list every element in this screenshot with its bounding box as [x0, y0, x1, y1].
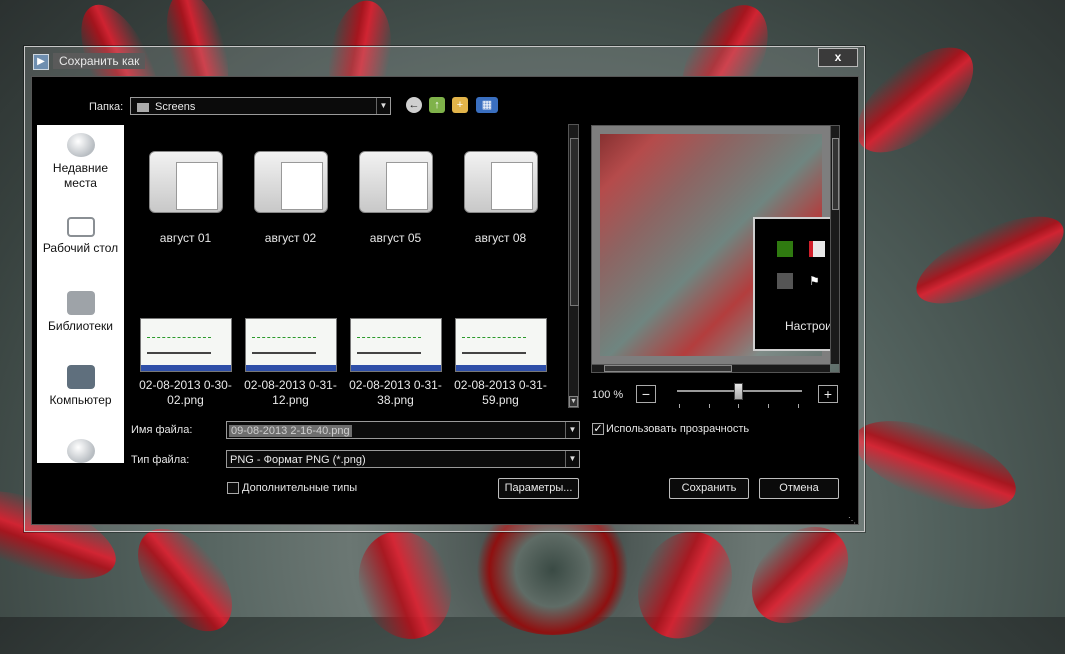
- sidebar-item-label: Компьютер: [49, 393, 112, 407]
- preview-vertical-scrollbar[interactable]: [830, 126, 839, 364]
- places-sidebar: Недавние места Рабочий стол Библиотеки К…: [37, 125, 124, 463]
- folder-icon: [358, 151, 433, 213]
- file-name: 02-08-2013 0-31-38.png: [349, 378, 442, 407]
- sidebar-item-label: Библиотеки: [47, 319, 113, 333]
- resize-grip-icon[interactable]: ⋱: [848, 516, 856, 525]
- sidebar-item-computer[interactable]: Компьютер: [37, 365, 124, 408]
- folder-up-icon[interactable]: ↑: [429, 97, 445, 113]
- chevron-down-icon: ▼: [565, 451, 579, 467]
- file-name: август 01: [159, 231, 212, 245]
- cancel-button[interactable]: Отмена: [759, 478, 839, 499]
- filetype-select[interactable]: PNG - Формат PNG (*.png) ▼: [226, 450, 580, 468]
- folder-icon: [463, 151, 538, 213]
- antivirus-icon: [809, 241, 825, 257]
- preview-tray-panel: ⚑ Настрои: [753, 217, 833, 351]
- image-thumbnail: [454, 318, 547, 372]
- view-menu-icon[interactable]: ▦: [476, 97, 498, 113]
- file-name: 02-08-2013 0-31-59.png: [454, 378, 547, 407]
- save-button[interactable]: Сохранить: [669, 478, 749, 499]
- sidebar-item-label: Рабочий стол: [42, 241, 119, 255]
- filetype-label: Тип файла:: [131, 454, 190, 466]
- image-preview: ⚑ Настрои: [591, 125, 840, 373]
- filetype-value: PNG - Формат PNG (*.png): [230, 454, 366, 466]
- file-list-scrollbar[interactable]: [568, 124, 579, 408]
- image-thumbnail: [244, 318, 337, 372]
- image-thumbnail: [139, 318, 232, 372]
- list-item[interactable]: август 05: [343, 151, 448, 245]
- scroll-down-button[interactable]: ▼: [569, 396, 578, 407]
- preview-horizontal-scrollbar[interactable]: [592, 364, 830, 372]
- sidebar-item-recent[interactable]: Недавние места: [37, 133, 124, 191]
- list-item[interactable]: 02-08-2013 0-31-12.png: [238, 318, 343, 408]
- flag-icon: ⚑: [809, 274, 820, 288]
- slider-tick: [768, 404, 769, 408]
- slider-tick: [738, 404, 739, 408]
- list-item[interactable]: август 08: [448, 151, 553, 245]
- app-icon: [777, 273, 793, 289]
- computer-icon: [66, 365, 95, 389]
- folder-label: Папка:: [89, 101, 124, 113]
- dialog-title: Сохранить как: [53, 53, 146, 69]
- zoom-in-button[interactable]: +: [818, 385, 838, 403]
- back-arrow-icon[interactable]: ←: [406, 97, 422, 113]
- network-icon: [66, 439, 95, 463]
- folder-icon: [253, 151, 328, 213]
- scrollbar-thumb[interactable]: [604, 365, 732, 372]
- list-item[interactable]: 02-08-2013 0-30-02.png: [133, 318, 238, 408]
- extra-types-label: Дополнительные типы: [242, 482, 358, 494]
- parameters-button[interactable]: Параметры...: [498, 478, 579, 499]
- list-item[interactable]: август 02: [238, 151, 343, 245]
- slider-tick: [679, 404, 680, 408]
- sidebar-item-desktop[interactable]: Рабочий стол: [37, 217, 124, 256]
- filename-label: Имя файла:: [131, 424, 193, 436]
- sidebar-item-network[interactable]: [37, 439, 124, 463]
- close-button[interactable]: x: [818, 48, 858, 67]
- zoom-slider-thumb[interactable]: [734, 383, 743, 400]
- sidebar-item-label: Недавние места: [52, 161, 109, 190]
- scrollbar-thumb[interactable]: [570, 138, 579, 306]
- new-folder-icon[interactable]: +: [452, 97, 468, 113]
- filename-input[interactable]: 09-08-2013 2-16-40.png ▼: [226, 421, 580, 439]
- preview-panel-text: Настрои: [785, 319, 832, 333]
- chevron-down-icon: ▼: [376, 98, 390, 114]
- recent-places-icon: [66, 133, 95, 157]
- file-name: август 05: [369, 231, 422, 245]
- slider-tick: [798, 404, 799, 408]
- folder-value: Screens: [155, 101, 196, 113]
- title-bar[interactable]: ▶ Сохранить как x: [25, 47, 864, 75]
- folder-icon: [148, 151, 223, 213]
- extra-types-checkbox[interactable]: [227, 482, 239, 494]
- libraries-icon: [66, 291, 95, 315]
- file-name: 02-08-2013 0-30-02.png: [139, 378, 232, 407]
- desktop-icon: [66, 217, 95, 237]
- file-name: 02-08-2013 0-31-12.png: [244, 378, 337, 407]
- list-item[interactable]: 02-08-2013 0-31-38.png: [343, 318, 448, 408]
- sidebar-item-libraries[interactable]: Библиотеки: [37, 291, 124, 334]
- app-icon: ▶: [33, 54, 49, 70]
- folder-icon: [137, 102, 149, 112]
- transparency-label: Использовать прозрачность: [606, 423, 750, 435]
- scrollbar-thumb[interactable]: [832, 138, 839, 210]
- nvidia-icon: [777, 241, 793, 257]
- zoom-level: 100 %: [592, 389, 624, 401]
- file-name: август 02: [264, 231, 317, 245]
- slider-tick: [709, 404, 710, 408]
- image-thumbnail: [349, 318, 442, 372]
- filename-value: 09-08-2013 2-16-40.png: [229, 425, 352, 437]
- list-item[interactable]: август 01: [133, 151, 238, 245]
- zoom-out-button[interactable]: −: [636, 385, 656, 403]
- file-name: август 08: [474, 231, 527, 245]
- folder-select[interactable]: Screens ▼: [130, 97, 391, 115]
- chevron-down-icon: ▼: [565, 422, 579, 438]
- list-item[interactable]: 02-08-2013 0-31-59.png: [448, 318, 553, 408]
- file-list: август 01 август 02 август 05 август 08 …: [130, 125, 568, 409]
- transparency-checkbox[interactable]: ✓: [592, 423, 604, 435]
